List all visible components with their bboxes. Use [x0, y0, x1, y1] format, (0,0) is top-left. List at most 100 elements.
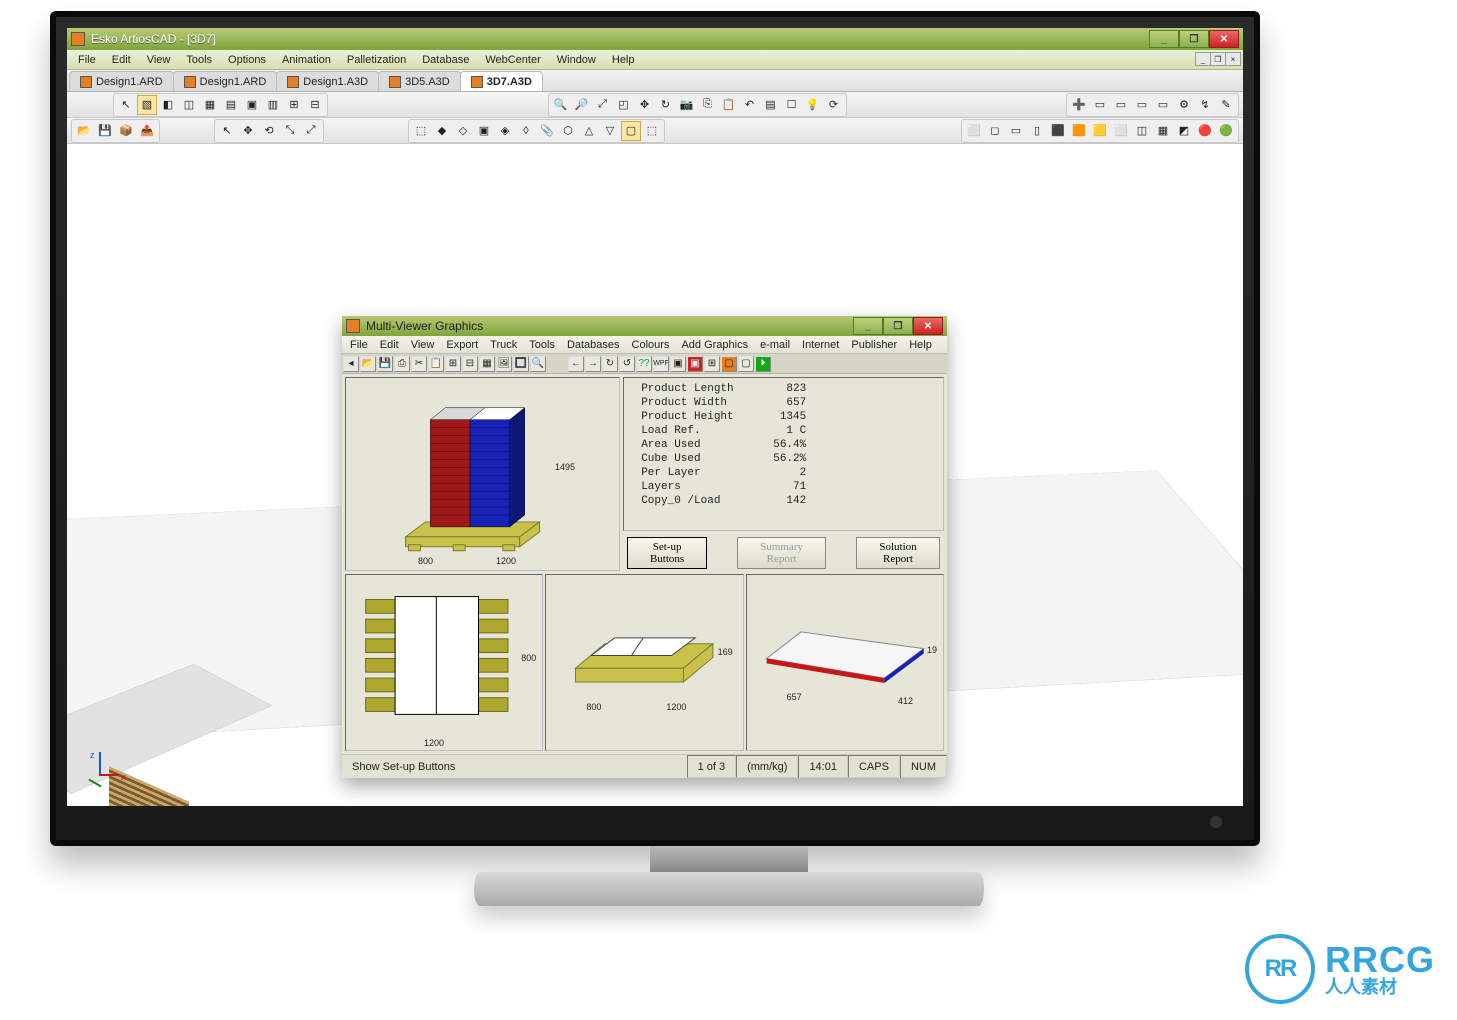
menu-palletization[interactable]: Palletization — [340, 52, 413, 68]
mv-close-button[interactable]: ✕ — [913, 317, 943, 335]
tool-icon[interactable]: ▥ — [263, 95, 283, 115]
mv-tool-icon[interactable]: ▣ — [687, 356, 703, 372]
zoom-fit-icon[interactable]: ⤢ — [593, 95, 613, 115]
cursor-tool-icon[interactable]: ↖ — [116, 95, 136, 115]
view-front-icon[interactable]: ◻ — [985, 121, 1005, 141]
mv-refresh-icon[interactable]: ↻ — [602, 356, 618, 372]
tool-icon[interactable]: ▣ — [474, 121, 494, 141]
tool-icon[interactable]: ⬚ — [411, 121, 431, 141]
solution-report-button[interactable]: Solution Report — [856, 537, 940, 569]
tool-icon[interactable]: ⬚ — [642, 121, 662, 141]
menu-animation[interactable]: Animation — [275, 52, 338, 68]
tool-icon[interactable]: ⬡ — [558, 121, 578, 141]
mv-tool-icon[interactable]: ⊞ — [704, 356, 720, 372]
mv-top-view[interactable]: 800 1200 — [345, 574, 543, 751]
view-icon[interactable]: ◩ — [1174, 121, 1194, 141]
app-titlebar[interactable]: Esko ArtiosCAD - [3D7] _ ❐ ✕ — [67, 28, 1243, 50]
rotate-icon[interactable]: ↻ — [656, 95, 676, 115]
mv-menu-view[interactable]: View — [405, 338, 441, 352]
view-icon[interactable]: ◫ — [1132, 121, 1152, 141]
mv-tool-icon[interactable]: ✂ — [411, 356, 427, 372]
export-icon[interactable]: 📤 — [137, 121, 157, 141]
menu-window[interactable]: Window — [550, 52, 603, 68]
mv-tool-icon[interactable]: ?? — [636, 356, 652, 372]
tool-icon[interactable]: ⊞ — [284, 95, 304, 115]
view-icon[interactable]: ⬛ — [1048, 121, 1068, 141]
mv-tool-icon[interactable]: ▣ — [670, 356, 686, 372]
mv-tool-icon[interactable]: 🖼 — [496, 356, 512, 372]
view-icon[interactable]: 🔴 — [1195, 121, 1215, 141]
mv-tool-icon[interactable]: ▢ — [738, 356, 754, 372]
move-icon[interactable]: ✥ — [238, 121, 258, 141]
tool-icon[interactable]: ◧ — [158, 95, 178, 115]
mv-3d-view[interactable]: 1495 800 1200 — [345, 377, 620, 571]
mv-menu-export[interactable]: Export — [440, 338, 484, 352]
rotate-icon[interactable]: ⟲ — [259, 121, 279, 141]
select-icon[interactable]: ↖ — [217, 121, 237, 141]
mv-titlebar[interactable]: Multi-Viewer Graphics _ ❐ ✕ — [342, 316, 947, 336]
mv-tool-icon[interactable]: 🔲 — [513, 356, 529, 372]
menu-view[interactable]: View — [140, 52, 178, 68]
menu-database[interactable]: Database — [415, 52, 476, 68]
mv-prev-icon[interactable]: ← — [568, 356, 584, 372]
tool-icon[interactable]: ⊟ — [305, 95, 325, 115]
mv-item-view[interactable]: 657 412 19 — [746, 574, 944, 751]
summary-report-button[interactable]: Summary Report — [737, 537, 826, 569]
tool-icon[interactable]: ◆ — [432, 121, 452, 141]
mv-maximize-button[interactable]: ❐ — [883, 317, 913, 335]
mv-menu-colours[interactable]: Colours — [626, 338, 676, 352]
tool-icon[interactable]: △ — [579, 121, 599, 141]
tool-icon[interactable]: ◈ — [495, 121, 515, 141]
mv-back-icon[interactable]: ◂ — [343, 356, 359, 372]
tool-icon[interactable]: ➕ — [1069, 95, 1089, 115]
tool-icon[interactable]: ▤ — [221, 95, 241, 115]
mv-print-icon[interactable]: ⎙ — [394, 356, 410, 372]
tab-design1-a3d[interactable]: Design1.A3D — [276, 71, 379, 91]
tool-icon[interactable]: ▣ — [242, 95, 262, 115]
tool-icon[interactable]: ◫ — [179, 95, 199, 115]
mv-menu-truck[interactable]: Truck — [484, 338, 523, 352]
box-icon[interactable]: 📦 — [116, 121, 136, 141]
paste-icon[interactable]: 📋 — [719, 95, 739, 115]
tool-icon[interactable]: ◊ — [516, 121, 536, 141]
tab-design1-ard[interactable]: Design1.ARD — [69, 71, 174, 91]
menu-file[interactable]: File — [71, 52, 103, 68]
tool-icon[interactable]: ▢ — [621, 121, 641, 141]
mv-tool-icon[interactable]: 📋 — [428, 356, 444, 372]
mv-menu-help[interactable]: Help — [903, 338, 938, 352]
open-icon[interactable]: 📂 — [74, 121, 94, 141]
tool-icon[interactable]: ⚙ — [1174, 95, 1194, 115]
view-iso-icon[interactable]: ⬜ — [964, 121, 984, 141]
pan-icon[interactable]: ✥ — [635, 95, 655, 115]
mdi-close-button[interactable]: × — [1225, 52, 1241, 66]
menu-help[interactable]: Help — [605, 52, 642, 68]
view-icon[interactable]: 🟢 — [1216, 121, 1236, 141]
mv-menu-addgraphics[interactable]: Add Graphics — [675, 338, 754, 352]
mv-tool-icon[interactable]: ⊞ — [445, 356, 461, 372]
mdi-minimize-button[interactable]: _ — [1195, 52, 1211, 66]
mv-minimize-button[interactable]: _ — [853, 317, 883, 335]
mv-menu-publisher[interactable]: Publisher — [845, 338, 903, 352]
maximize-button[interactable]: ❐ — [1179, 30, 1209, 48]
tool-icon[interactable]: ↯ — [1195, 95, 1215, 115]
mv-zoom-icon[interactable]: 🔍 — [530, 356, 546, 372]
tab-3d5-a3d[interactable]: 3D5.A3D — [378, 71, 461, 91]
menu-tools[interactable]: Tools — [179, 52, 219, 68]
view-icon[interactable]: ⬜ — [1111, 121, 1131, 141]
save-icon[interactable]: 💾 — [95, 121, 115, 141]
refresh-icon[interactable]: ⟳ — [824, 95, 844, 115]
mv-tool-icon[interactable]: ⏵ — [755, 356, 771, 372]
copy-icon[interactable]: ⎘ — [698, 95, 718, 115]
tool-icon[interactable]: ✎ — [1216, 95, 1236, 115]
mv-next-icon[interactable]: → — [585, 356, 601, 372]
tab-3d7-a3d[interactable]: 3D7.A3D — [460, 71, 543, 91]
layers-icon[interactable]: ▤ — [761, 95, 781, 115]
mv-menu-internet[interactable]: Internet — [796, 338, 845, 352]
mv-tool-icon[interactable]: ▦ — [479, 356, 495, 372]
mdi-restore-button[interactable]: ❐ — [1210, 52, 1226, 66]
mv-save-icon[interactable]: 💾 — [377, 356, 393, 372]
minimize-button[interactable]: _ — [1149, 30, 1179, 48]
tool-icon[interactable]: ▦ — [200, 95, 220, 115]
menu-webcenter[interactable]: WebCenter — [478, 52, 547, 68]
tool-icon[interactable]: ⤡ — [280, 121, 300, 141]
